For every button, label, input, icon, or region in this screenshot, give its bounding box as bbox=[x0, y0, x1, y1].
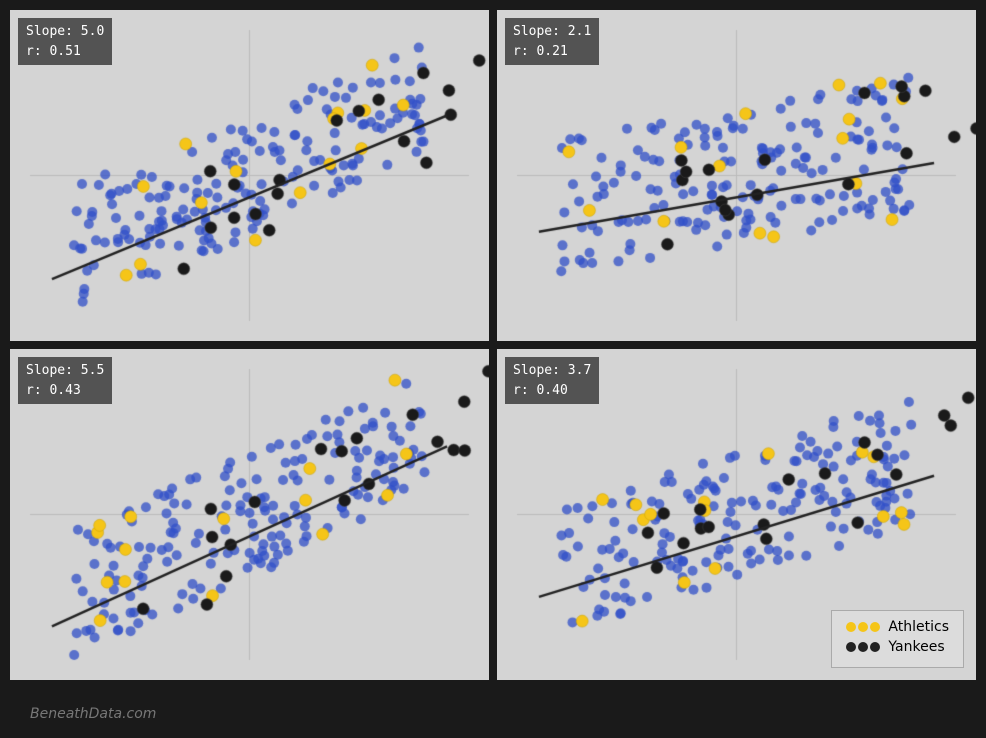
footer-text: BeneathData.com bbox=[30, 706, 156, 722]
footer: BeneathData.com bbox=[0, 690, 986, 738]
stats-box-tl: Slope: 5.0 r: 0.51 bbox=[18, 18, 112, 65]
slope-br: Slope: 3.7 bbox=[513, 361, 591, 381]
legend-yankees: Yankees bbox=[846, 639, 949, 655]
slope-bl: Slope: 5.5 bbox=[26, 361, 104, 381]
athletics-dot-2 bbox=[858, 622, 868, 632]
athletics-dot-1 bbox=[846, 622, 856, 632]
athletics-dots bbox=[846, 622, 880, 632]
slope-tl: Slope: 5.0 bbox=[26, 22, 104, 42]
yankees-dot-2 bbox=[858, 642, 868, 652]
charts-grid: Slope: 5.0 r: 0.51 Slope: 2.1 r: 0.21 Sl… bbox=[0, 0, 986, 690]
legend-athletics: Athletics bbox=[846, 619, 949, 635]
athletics-label: Athletics bbox=[888, 619, 949, 635]
r-tr: r: 0.21 bbox=[513, 42, 591, 62]
chart-bottom-right: Slope: 3.7 r: 0.40 Athletics Yank bbox=[497, 349, 976, 680]
chart-bottom-left: Slope: 5.5 r: 0.43 bbox=[10, 349, 489, 680]
yankees-dots bbox=[846, 642, 880, 652]
yankees-dot-1 bbox=[846, 642, 856, 652]
athletics-dot-3 bbox=[870, 622, 880, 632]
stats-box-br: Slope: 3.7 r: 0.40 bbox=[505, 357, 599, 404]
r-br: r: 0.40 bbox=[513, 381, 591, 401]
stats-box-bl: Slope: 5.5 r: 0.43 bbox=[18, 357, 112, 404]
stats-box-tr: Slope: 2.1 r: 0.21 bbox=[505, 18, 599, 65]
chart-top-left: Slope: 5.0 r: 0.51 bbox=[10, 10, 489, 341]
chart-top-right: Slope: 2.1 r: 0.21 bbox=[497, 10, 976, 341]
legend-box: Athletics Yankees bbox=[831, 610, 964, 668]
yankees-dot-3 bbox=[870, 642, 880, 652]
yankees-label: Yankees bbox=[888, 639, 944, 655]
r-tl: r: 0.51 bbox=[26, 42, 104, 62]
r-bl: r: 0.43 bbox=[26, 381, 104, 401]
slope-tr: Slope: 2.1 bbox=[513, 22, 591, 42]
